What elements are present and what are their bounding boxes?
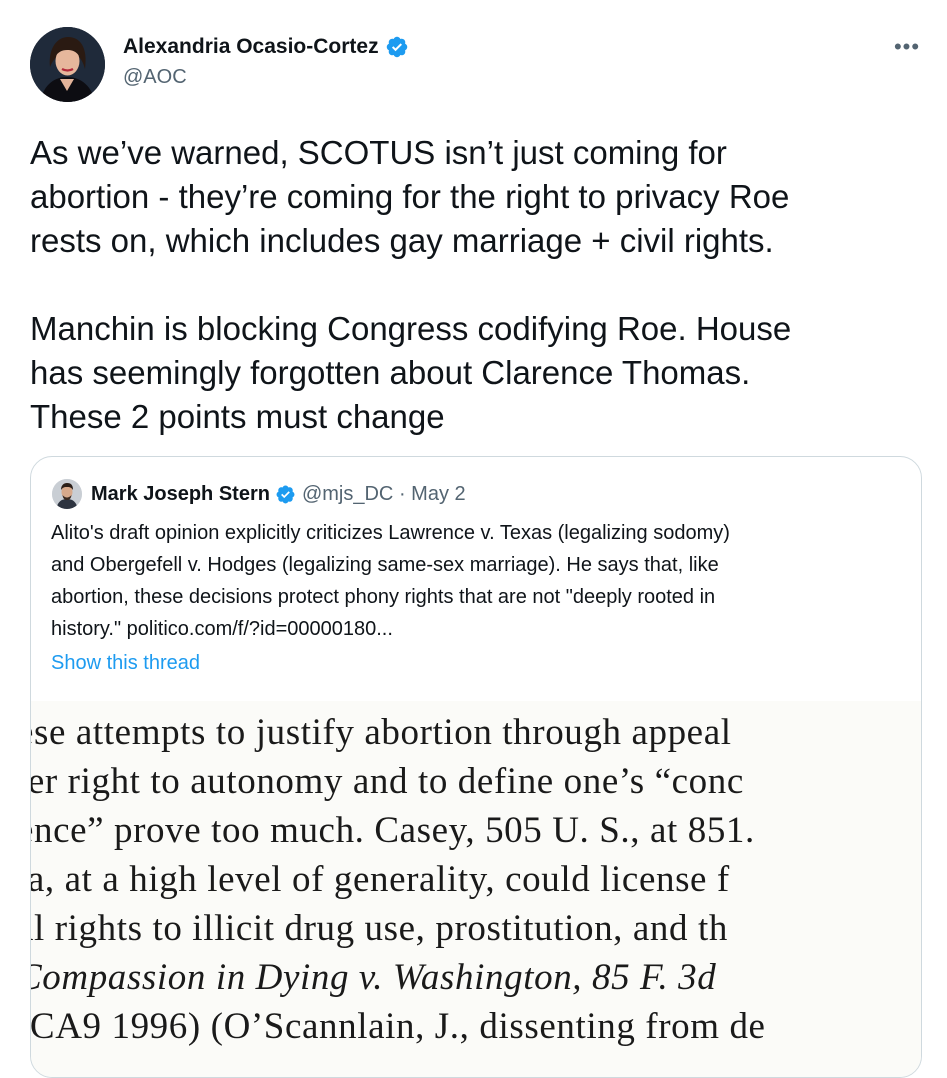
tweet-text-line: These 2 points must change: [30, 398, 445, 435]
tweet-text-line: Manchin is blocking Congress codifying R…: [30, 310, 792, 347]
meta-separator: ·: [393, 480, 411, 508]
document-line: (CA9 1996) (O’Scannlain, J., dissenting …: [31, 1006, 766, 1047]
show-thread-link[interactable]: Show this thread: [51, 649, 200, 677]
quoted-text-line: and Obergefell v. Hodges (legalizing sam…: [51, 554, 719, 576]
tweet-text-line: As we’ve warned, SCOTUS isn’t just comin…: [30, 134, 727, 171]
tweet-text: As we’ve warned, SCOTUS isn’t just comin…: [30, 131, 930, 439]
tweet-text-line: rests on, which includes gay marriage + …: [30, 222, 774, 259]
tweet-paragraph: Manchin is blocking Congress codifying R…: [30, 307, 930, 439]
quoted-tweet-card[interactable]: Mark Joseph Stern @mjs_DC · May 2 Alito'…: [30, 456, 922, 1078]
verified-badge-icon: [276, 485, 295, 503]
quoted-text-line: abortion, these decisions protect phony …: [51, 586, 716, 608]
author-name-text[interactable]: Alexandria Ocasio-Cortez: [123, 35, 379, 59]
tweet-text-line: has seemingly forgotten about Clarence T…: [30, 354, 751, 391]
verified-badge-icon: [386, 36, 407, 58]
quoted-tweet-header: Mark Joseph Stern @mjs_DC · May 2: [91, 480, 466, 508]
document-line: al rights to illicit drug use, prostitut…: [31, 908, 728, 949]
tweet-paragraph: As we’ve warned, SCOTUS isn’t just comin…: [30, 131, 930, 263]
quoted-tweet-date[interactable]: May 2: [411, 480, 465, 508]
document-line: ese attempts to justify abortion through…: [31, 712, 732, 753]
author-handle[interactable]: @AOC: [123, 66, 187, 89]
tweet-text-line: abortion - they’re coming for the right …: [30, 178, 790, 215]
quoted-author-avatar[interactable]: [52, 479, 82, 509]
document-excerpt-image[interactable]: ese attempts to justify abortion through…: [31, 701, 921, 1077]
quoted-text-line: history." politico.com/f/?id=00000180...: [51, 618, 393, 640]
quoted-tweet-text: Alito's draft opinion explicitly critici…: [51, 517, 901, 645]
document-line: Compassion in Dying v. Washington, 85 F.…: [31, 957, 717, 998]
document-line: ia, at a high level of generality, could…: [31, 859, 730, 900]
separator-dot: ·: [398, 483, 406, 505]
quoted-author-handle[interactable]: @mjs_DC: [302, 480, 393, 508]
quoted-text-line: Alito's draft opinion explicitly critici…: [51, 522, 730, 544]
author-avatar[interactable]: [30, 27, 105, 102]
document-line: ler right to autonomy and to define one’…: [31, 761, 744, 802]
document-line: ence” prove too much. Casey, 505 U. S., …: [31, 810, 755, 851]
quoted-author-name[interactable]: Mark Joseph Stern: [91, 480, 270, 508]
more-horizontal-icon: •••: [893, 34, 921, 59]
more-options-button[interactable]: •••: [890, 34, 924, 60]
author-name[interactable]: Alexandria Ocasio-Cortez: [123, 32, 409, 62]
